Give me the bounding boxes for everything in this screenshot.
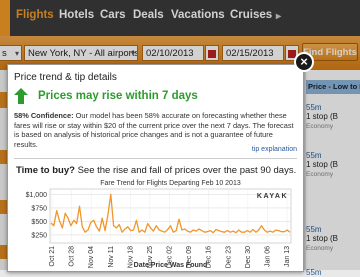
x-tick-label: Nov 11 (108, 246, 115, 268)
chart-title: Fare Trend for Flights Departing Feb 10 … (100, 180, 241, 187)
kayak-watermark: KAYAK (257, 193, 288, 200)
forecast-headline: Prices may rise within 7 days (38, 90, 198, 102)
price-trend-popup: Price trend & tip details Prices may ris… (7, 64, 304, 272)
divider (14, 158, 297, 159)
x-tick-label: Oct 28 (69, 246, 76, 267)
y-tick-label: $250 (31, 232, 47, 239)
confidence-label: 58% Confidence: (14, 111, 74, 120)
time-to-buy-bold: Time to buy? (16, 165, 75, 176)
close-icon[interactable]: × (294, 52, 314, 72)
forecast-description: 58% Confidence: Our model has been 58% a… (14, 111, 298, 149)
time-to-buy-text: See the rise and fall of prices over the… (74, 165, 297, 176)
x-tick-label: Jan 06 (264, 246, 271, 267)
popup-title: Price trend & tip details (14, 72, 117, 83)
x-axis-label: Date Price Was Found (134, 262, 208, 269)
time-to-buy-heading: Time to buy? See the rise and fall of pr… (16, 165, 296, 176)
y-tick-label: $500 (31, 219, 47, 226)
x-tick-label: Nov 04 (88, 246, 95, 268)
x-tick-label: Dec 30 (245, 246, 252, 268)
x-tick-label: Jan 13 (284, 246, 291, 267)
up-arrow-icon (14, 88, 28, 104)
tip-explanation-link[interactable]: tip explanation (252, 146, 297, 153)
y-tick-label: $750 (31, 205, 47, 212)
y-tick-label: $1,000 (26, 192, 48, 199)
fare-trend-chart: Fare Trend for Flights Departing Feb 10 … (26, 180, 292, 269)
x-tick-label: Oct 21 (49, 246, 56, 267)
x-tick-label: Dec 23 (225, 246, 232, 268)
